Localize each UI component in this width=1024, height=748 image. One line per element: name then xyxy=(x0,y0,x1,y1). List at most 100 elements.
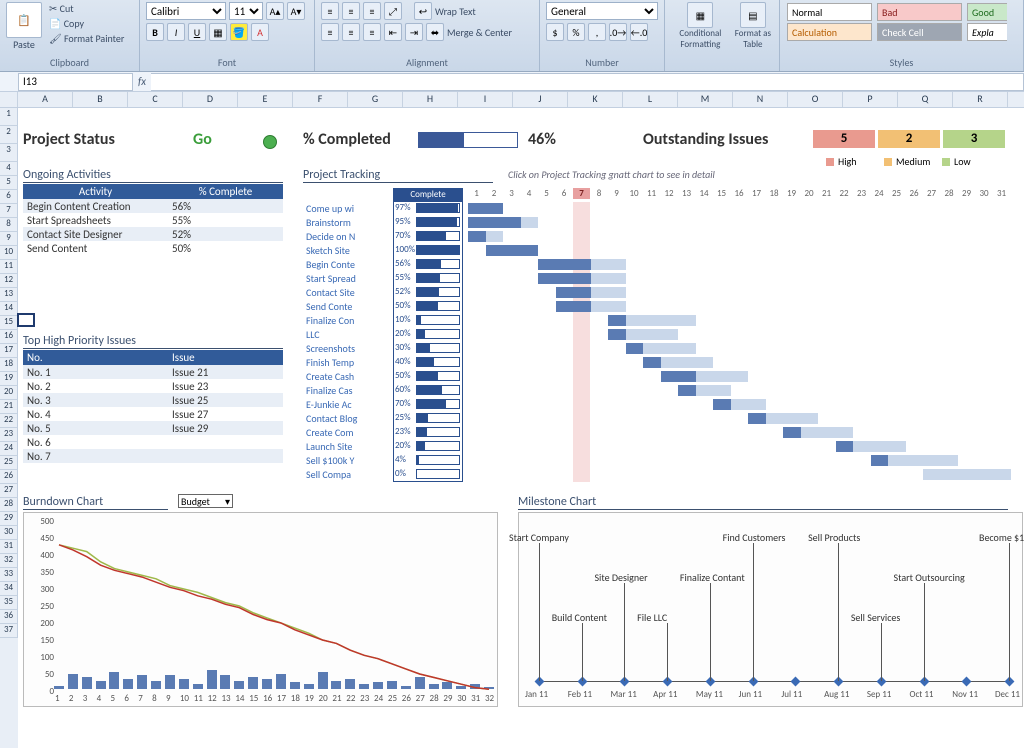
col-header-K[interactable]: K xyxy=(568,92,623,107)
worksheet[interactable]: Project StatusGo% Completed46%Outstandin… xyxy=(18,108,1024,748)
row-header-30[interactable]: 30 xyxy=(0,526,18,540)
indent-dec-icon[interactable]: ⇤ xyxy=(384,23,402,41)
row-header-23[interactable]: 23 xyxy=(0,428,18,442)
col-header-I[interactable]: I xyxy=(458,92,513,107)
decrease-font-icon[interactable]: A▾ xyxy=(287,2,305,20)
name-box[interactable] xyxy=(18,73,133,91)
style-explanatory[interactable]: Expla xyxy=(967,23,1007,41)
comma-icon[interactable]: , xyxy=(588,23,606,41)
row-header-28[interactable]: 28 xyxy=(0,498,18,512)
row-header-6[interactable]: 6 xyxy=(0,190,18,204)
percent-icon[interactable]: % xyxy=(567,23,585,41)
orientation-icon[interactable]: ⤢ xyxy=(384,2,402,20)
align-right-icon[interactable]: ≡ xyxy=(363,23,381,41)
row-header-2[interactable]: 2 xyxy=(0,126,18,144)
row-header-15[interactable]: 15 xyxy=(0,316,18,330)
col-header-N[interactable]: N xyxy=(733,92,788,107)
row-header-10[interactable]: 10 xyxy=(0,246,18,260)
row-header-18[interactable]: 18 xyxy=(0,358,18,372)
align-middle-icon[interactable]: ≡ xyxy=(342,2,360,20)
row-header-8[interactable]: 8 xyxy=(0,218,18,232)
border-button[interactable]: ▦ xyxy=(209,23,227,41)
col-header-C[interactable]: C xyxy=(128,92,183,107)
row-header-12[interactable]: 12 xyxy=(0,274,18,288)
row-header-5[interactable]: 5 xyxy=(0,176,18,190)
row-header-26[interactable]: 26 xyxy=(0,470,18,484)
col-header-E[interactable]: E xyxy=(238,92,293,107)
fx-icon[interactable]: fx xyxy=(133,75,151,88)
style-calculation[interactable]: Calculation xyxy=(787,23,872,41)
merge-button[interactable]: ⬌ xyxy=(426,23,444,41)
row-header-13[interactable]: 13 xyxy=(0,288,18,302)
row-header-27[interactable]: 27 xyxy=(0,484,18,498)
col-header-P[interactable]: P xyxy=(843,92,898,107)
row-header-34[interactable]: 34 xyxy=(0,582,18,596)
row-header-31[interactable]: 31 xyxy=(0,540,18,554)
align-left-icon[interactable]: ≡ xyxy=(321,23,339,41)
conditional-formatting-button[interactable]: ▦ Conditional Formatting xyxy=(671,2,730,50)
style-good[interactable]: Good xyxy=(967,3,1007,21)
font-color-button[interactable]: A xyxy=(251,23,269,41)
col-header-F[interactable]: F xyxy=(293,92,348,107)
currency-icon[interactable]: $ xyxy=(546,23,564,41)
row-header-25[interactable]: 25 xyxy=(0,456,18,470)
font-name-select[interactable]: Calibri xyxy=(146,2,226,20)
paste-button[interactable]: 📋 xyxy=(6,2,42,38)
col-header-G[interactable]: G xyxy=(348,92,403,107)
bold-button[interactable]: B xyxy=(146,23,164,41)
col-header-R[interactable]: R xyxy=(953,92,1008,107)
row-header-35[interactable]: 35 xyxy=(0,596,18,610)
align-bottom-icon[interactable]: ≡ xyxy=(363,2,381,20)
row-header-36[interactable]: 36 xyxy=(0,610,18,624)
row-header-22[interactable]: 22 xyxy=(0,414,18,428)
row-header-21[interactable]: 21 xyxy=(0,400,18,414)
milestone-chart[interactable]: Jan 11Feb 11Mar 11Apr 11May 11Jun 11Jul … xyxy=(518,512,1023,707)
row-header-20[interactable]: 20 xyxy=(0,386,18,400)
style-normal[interactable]: Normal xyxy=(787,3,872,21)
underline-button[interactable]: U xyxy=(188,23,206,41)
style-bad[interactable]: Bad xyxy=(877,3,962,21)
row-header-17[interactable]: 17 xyxy=(0,344,18,358)
fill-color-button[interactable]: 🪣 xyxy=(230,23,248,41)
format-as-table-button[interactable]: ▤ Format as Table xyxy=(733,2,773,50)
col-header-A[interactable]: A xyxy=(18,92,73,107)
align-top-icon[interactable]: ≡ xyxy=(321,2,339,20)
col-header-J[interactable]: J xyxy=(513,92,568,107)
row-header-3[interactable]: 3 xyxy=(0,144,18,162)
wrap-text-button[interactable]: ↩ xyxy=(414,2,432,20)
number-format-select[interactable]: General xyxy=(546,2,658,20)
col-header-O[interactable]: O xyxy=(788,92,843,107)
col-header-B[interactable]: B xyxy=(73,92,128,107)
dec-decimal-icon[interactable]: ←.0 xyxy=(630,23,648,41)
row-header-14[interactable]: 14 xyxy=(0,302,18,316)
row-header-32[interactable]: 32 xyxy=(0,554,18,568)
indent-inc-icon[interactable]: ⇥ xyxy=(405,23,423,41)
font-size-select[interactable]: 11 xyxy=(229,2,263,20)
cut-button[interactable]: ✂ Cut xyxy=(49,2,124,15)
col-header-M[interactable]: M xyxy=(678,92,733,107)
increase-font-icon[interactable]: A▴ xyxy=(266,2,284,20)
row-header-16[interactable]: 16 xyxy=(0,330,18,344)
row-header-19[interactable]: 19 xyxy=(0,372,18,386)
row-header-4[interactable]: 4 xyxy=(0,162,18,176)
row-header-1[interactable]: 1 xyxy=(0,108,18,126)
col-header-D[interactable]: D xyxy=(183,92,238,107)
row-header-7[interactable]: 7 xyxy=(0,204,18,218)
copy-button[interactable]: 📄 Copy xyxy=(49,17,124,30)
italic-button[interactable]: I xyxy=(167,23,185,41)
formula-bar[interactable] xyxy=(151,73,1024,91)
col-header-L[interactable]: L xyxy=(623,92,678,107)
row-header-29[interactable]: 29 xyxy=(0,512,18,526)
row-header-9[interactable]: 9 xyxy=(0,232,18,246)
row-header-11[interactable]: 11 xyxy=(0,260,18,274)
burndown-dropdown[interactable]: Budget▾ xyxy=(178,494,233,508)
style-check-cell[interactable]: Check Cell xyxy=(877,23,962,41)
inc-decimal-icon[interactable]: .0→ xyxy=(609,23,627,41)
format-painter-button[interactable]: 🖌 Format Painter xyxy=(49,32,124,45)
row-header-24[interactable]: 24 xyxy=(0,442,18,456)
select-all-corner[interactable] xyxy=(0,92,18,107)
col-header-Q[interactable]: Q xyxy=(898,92,953,107)
burndown-chart[interactable]: 0501001502002503003504004505001234567891… xyxy=(23,512,498,707)
col-header-H[interactable]: H xyxy=(403,92,458,107)
row-header-37[interactable]: 37 xyxy=(0,624,18,638)
